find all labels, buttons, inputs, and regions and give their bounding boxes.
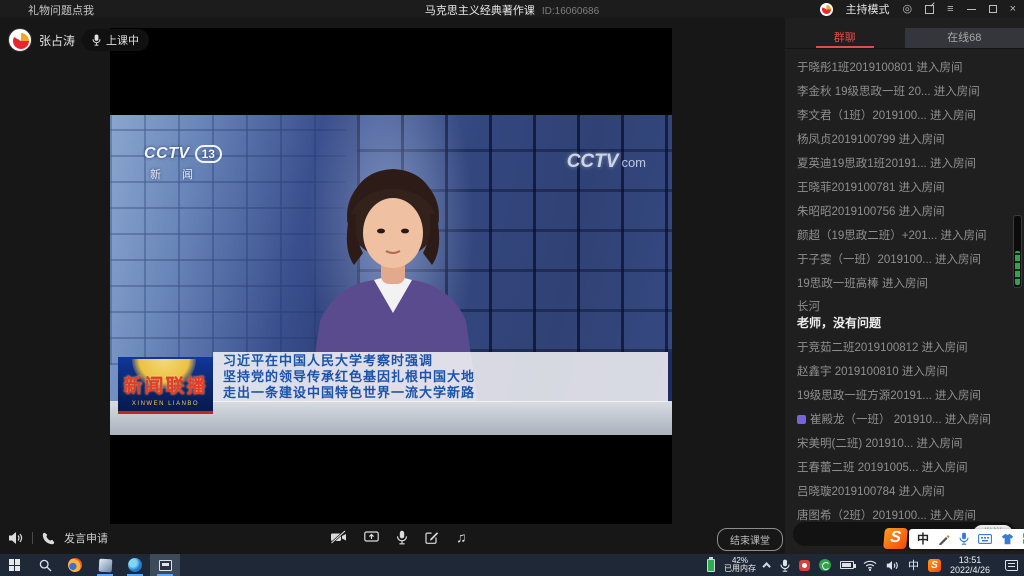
- memory-usage: 42% 已用内存: [724, 557, 756, 573]
- maximize-button[interactable]: [989, 5, 997, 13]
- app-icon: [98, 558, 112, 572]
- title-bar: 礼物问题点我 马克思主义经典著作课 ID:16060686 主持模式 ◎ ≡ ×: [0, 0, 1024, 18]
- xinwen-lianbo-logo: 新闻联播 XINWEN LIANBO: [118, 357, 213, 414]
- start-button[interactable]: [0, 554, 30, 576]
- divider: [32, 532, 33, 544]
- news-headline-banner: 习近平在中国人民大学考察时强调 坚持党的领导传承红色基因扎根中国大地 走出一条建…: [213, 352, 668, 402]
- microphone-icon: [92, 34, 101, 46]
- chat-system-message: 19思政一班高棒 进入房间: [797, 272, 1017, 296]
- chat-system-message: 赵鑫宇 2019100810 进入房间: [797, 360, 1017, 384]
- tray-volume-icon[interactable]: [886, 560, 899, 571]
- record-icon[interactable]: ◎: [903, 0, 913, 18]
- class-status-label: 上课中: [106, 32, 139, 48]
- chat-user-message: 长河 老师，没有问题: [797, 296, 1017, 336]
- taskbar-search-button[interactable]: [30, 554, 60, 576]
- camera-off-icon[interactable]: [330, 530, 347, 544]
- phone-icon[interactable]: [42, 532, 55, 545]
- course-title: 马克思主义经典著作课: [425, 5, 535, 17]
- chat-system-message: 19级思政一班方源20191... 进入房间: [797, 384, 1017, 408]
- chat-system-message: 于子雯（一班）2019100... 进入房间: [797, 248, 1017, 272]
- ime-voice-icon[interactable]: [959, 532, 969, 545]
- cctv13-channel-logo: CCTV 13 新 闻: [144, 145, 222, 182]
- room-id: ID:16060686: [542, 6, 599, 17]
- whiteboard-edit-icon[interactable]: [425, 530, 439, 544]
- chat-system-message: 夏英迪19思政1班20191... 进入房间: [797, 152, 1017, 176]
- app-logo-icon: [820, 3, 833, 16]
- mic-volume-meter: [1013, 215, 1022, 288]
- time: 13:51: [959, 555, 982, 565]
- teacher-name: 张占涛: [39, 32, 75, 49]
- minimize-button[interactable]: [967, 9, 976, 10]
- news-video: CCTV 13 新 闻 CCTV com 习近平在中国人民大学考察时强调 坚持党…: [110, 115, 672, 435]
- tray-expand-icon[interactable]: [762, 562, 770, 570]
- chat-system-message: 吕晓璇2019100784 进入房间: [797, 480, 1017, 504]
- search-icon: [39, 559, 52, 572]
- date: 2022/4/26: [950, 565, 990, 575]
- screen-share-icon[interactable]: [364, 530, 379, 544]
- class-status-badge: 上课中: [82, 29, 149, 51]
- microphone-icon[interactable]: [396, 530, 408, 545]
- ime-keyboard-icon[interactable]: [978, 534, 992, 544]
- chat-tabs: 群聊 在线68: [785, 28, 1024, 49]
- cctv-com-watermark: CCTV com: [567, 151, 646, 173]
- tray-language-indicator[interactable]: 中: [908, 557, 919, 573]
- chat-system-message: 宋美明(二班) 201910... 进入房间: [797, 432, 1017, 456]
- chat-system-message: 李金秋 19级思政一班 20... 进入房间: [797, 80, 1017, 104]
- taskbar-app-button[interactable]: [120, 554, 150, 576]
- chat-system-message: 李文君（1班）2019100... 进入房间: [797, 104, 1017, 128]
- windows-logo-icon: [9, 559, 21, 571]
- tray-sogou-icon[interactable]: S: [928, 559, 941, 572]
- close-button[interactable]: ×: [1010, 0, 1016, 18]
- taskbar-app-button[interactable]: [90, 554, 120, 576]
- taskbar-active-window-button[interactable]: [150, 554, 180, 576]
- chat-system-message: 于竞茹二班2019100812 进入房间: [797, 336, 1017, 360]
- battery-icon[interactable]: [840, 561, 854, 569]
- tray-antivirus-icon[interactable]: [819, 559, 831, 571]
- memory-label: 已用内存: [724, 564, 756, 573]
- headline-line: 习近平在中国人民大学考察时强调: [223, 353, 668, 369]
- headline-line: 走出一条建设中国特色世界一流大学新路: [223, 385, 668, 401]
- chat-system-message: 于晓彤1班2019100801 进入房间: [797, 56, 1017, 80]
- chat-message-list[interactable]: 于晓彤1班2019100801 进入房间 李金秋 19级思政一班 20... 进…: [797, 56, 1017, 528]
- music-icon[interactable]: ♫: [456, 529, 467, 545]
- menu-icon[interactable]: ≡: [947, 0, 953, 18]
- ime-skin-icon[interactable]: [1001, 533, 1014, 545]
- sogou-logo-icon[interactable]: S: [883, 528, 908, 549]
- chat-panel: 群聊 在线68 于晓彤1班2019100801 进入房间 李金秋 19级思政一班…: [785, 18, 1024, 554]
- classroom-app-window: 礼物问题点我 马克思主义经典著作课 ID:16060686 主持模式 ◎ ≡ ×…: [0, 0, 1024, 554]
- memory-battery-icon: [707, 559, 715, 572]
- host-mode-button[interactable]: 主持模式: [846, 1, 890, 17]
- chat-system-message: 王晓菲2019100781 进入房间: [797, 176, 1017, 200]
- windows-taskbar: 42% 已用内存 中 S 13:51 2022/4/26: [0, 554, 1024, 576]
- chat-system-message: 杨凤贞2019100799 进入房间: [797, 128, 1017, 152]
- speaker-icon[interactable]: [8, 531, 23, 545]
- ime-pen-icon[interactable]: [938, 533, 950, 545]
- taskbar-firefox-button[interactable]: [60, 554, 90, 576]
- teacher-avatar[interactable]: [8, 28, 32, 52]
- wifi-icon[interactable]: [863, 560, 877, 571]
- tab-group-chat[interactable]: 群聊: [785, 28, 905, 48]
- speech-request-button[interactable]: 发言申请: [64, 530, 108, 546]
- headline-line: 坚持党的领导传承红色基因扎根中国大地: [223, 369, 668, 385]
- ime-language-toggle[interactable]: 中: [917, 529, 929, 549]
- chat-message-text: 老师，没有问题: [797, 315, 1017, 332]
- firefox-icon: [68, 558, 82, 572]
- taskbar-clock[interactable]: 13:51 2022/4/26: [950, 555, 990, 575]
- tab-online-count[interactable]: 在线68: [905, 28, 1024, 48]
- action-center-icon[interactable]: [1005, 560, 1018, 571]
- video-stage[interactable]: CCTV 13 新 闻 CCTV com 习近平在中国人民大学考察时强调 坚持党…: [110, 28, 672, 524]
- app-icon: [128, 558, 142, 572]
- popout-icon[interactable]: [925, 5, 934, 14]
- chat-system-message: 王春蕾二班 20191005... 进入房间: [797, 456, 1017, 480]
- window-icon: [159, 560, 172, 571]
- tray-security-icon[interactable]: [799, 560, 810, 571]
- tray-microphone-icon[interactable]: [780, 559, 790, 572]
- chat-system-message: 朱昭昭2019100756 进入房间: [797, 200, 1017, 224]
- chat-system-message: 颜超（19思政二班）+201... 进入房间: [797, 224, 1017, 248]
- chat-system-message: 崔殿龙（一班） 201910... 进入房间: [797, 408, 1017, 432]
- mic-volume-level: [1015, 251, 1020, 285]
- chat-username: 长河: [797, 299, 1017, 315]
- end-class-button[interactable]: 结束课堂: [717, 528, 783, 551]
- sogou-ime-bar: S 中: [884, 528, 1024, 549]
